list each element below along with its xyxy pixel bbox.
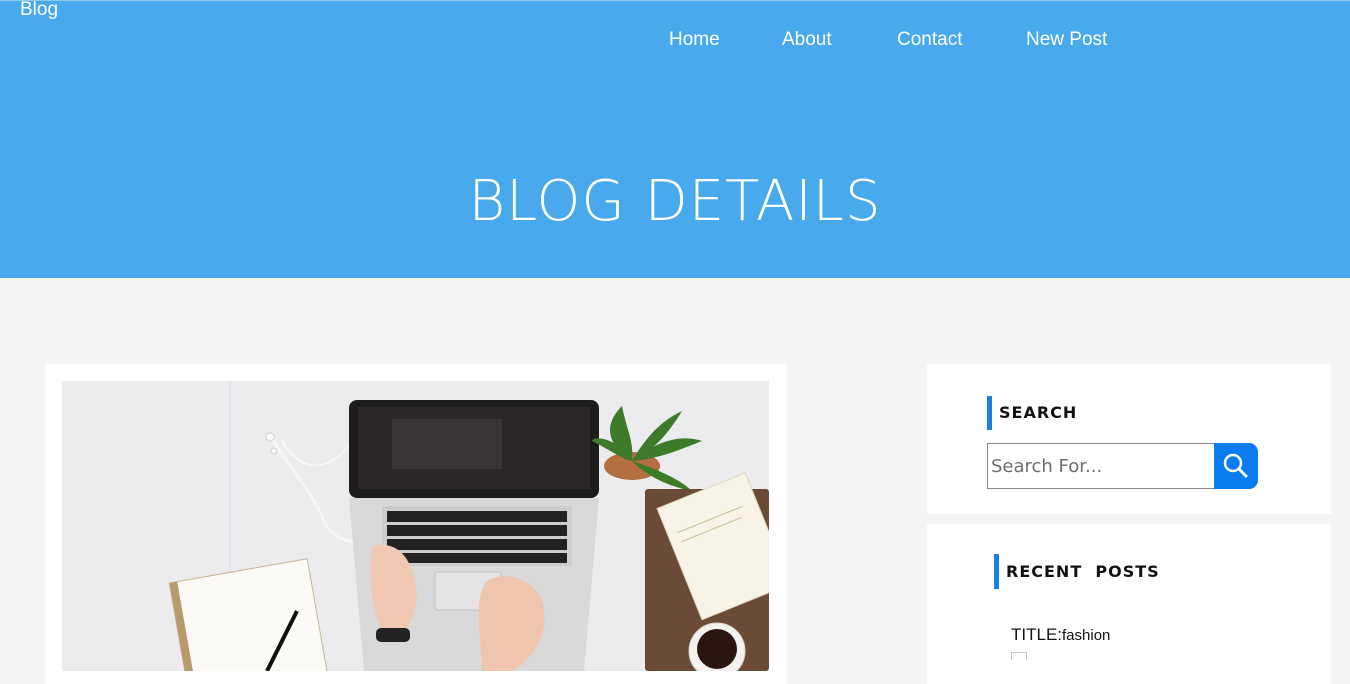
page-title: BLOG DETAILS xyxy=(468,169,882,234)
recent-post-title[interactable]: fashion xyxy=(1062,627,1110,644)
nav-link-contact[interactable]: Contact xyxy=(897,29,1026,51)
search-widget-title: SEARCH xyxy=(987,396,1077,430)
search-icon xyxy=(1223,453,1248,478)
nav-link-home[interactable]: Home xyxy=(669,29,782,51)
search-widget: SEARCH xyxy=(927,364,1331,514)
recent-post-item[interactable]: TITLE:fashion xyxy=(1011,625,1110,645)
recent-posts-title: RECENT POSTS xyxy=(994,554,1160,589)
post-card xyxy=(45,364,787,684)
recent-post-thumbnail[interactable] xyxy=(1011,652,1027,660)
search-input[interactable] xyxy=(987,443,1215,489)
main-nav: Home About Contact New Post xyxy=(669,29,1126,51)
nav-link-new-post[interactable]: New Post xyxy=(1026,29,1126,51)
laptop-desk-illustration xyxy=(62,381,769,671)
search-button[interactable] xyxy=(1214,443,1258,489)
recent-posts-widget: RECENT POSTS TITLE:fashion xyxy=(927,524,1331,684)
nav-link-about[interactable]: About xyxy=(782,29,897,51)
recent-post-label: TITLE: xyxy=(1011,625,1063,644)
post-image xyxy=(62,381,769,671)
hero-header: Blog Home About Contact New Post BLOG DE… xyxy=(0,0,1350,278)
brand-logo-link[interactable]: Blog xyxy=(20,0,58,21)
